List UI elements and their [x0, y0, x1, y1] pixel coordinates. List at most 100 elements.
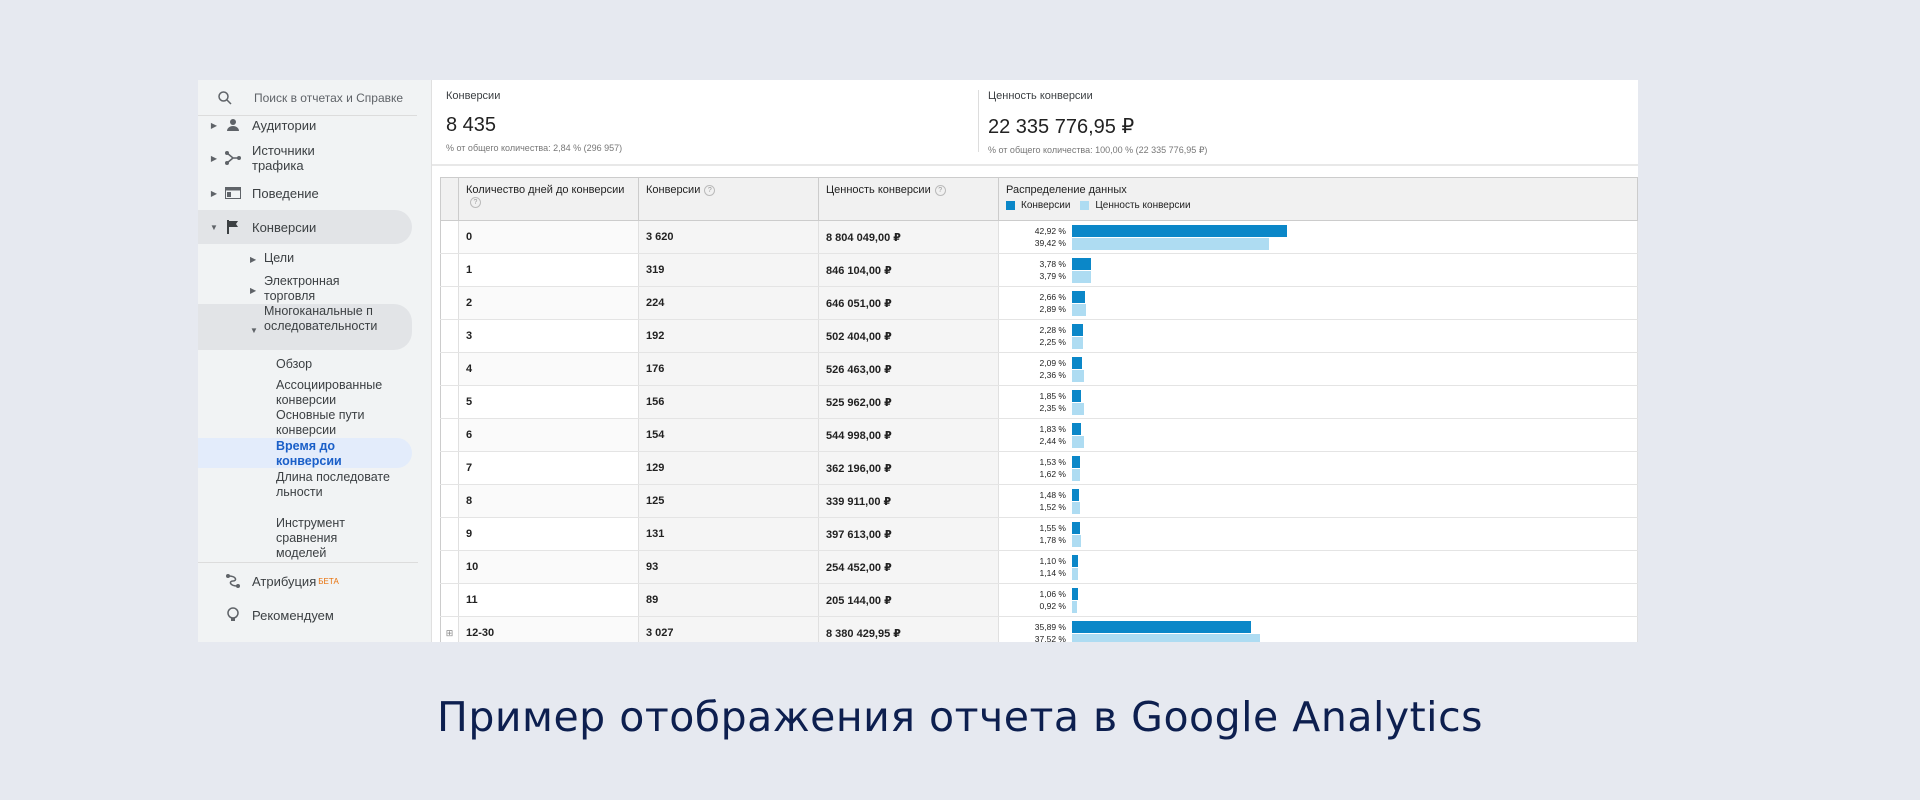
- table-row[interactable]: ⊞ 12-30 3 027 8 380 429,95 ₽ 35,89 % 37,52 %: [440, 616, 1638, 642]
- table-row[interactable]: 1 319 846 104,00 ₽ 3,78 % 3,79 %: [440, 253, 1638, 287]
- caret-down-icon: ▼: [250, 326, 258, 335]
- lightbulb-icon: [224, 607, 242, 623]
- table-row[interactable]: 2 224 646 051,00 ₽ 2,66 % 2,89 %: [440, 286, 1638, 320]
- cell-value: 646 051,00 ₽: [818, 286, 999, 320]
- pct-value: 39,42 %: [1034, 238, 1066, 248]
- sub-goals[interactable]: Цели: [264, 251, 294, 266]
- table-row[interactable]: 7 129 362 196,00 ₽ 1,53 % 1,62 %: [440, 451, 1638, 485]
- bar-conversions: [1072, 224, 1287, 237]
- table-header-row: Количество дней до конверсии? Конверсии?…: [440, 177, 1638, 221]
- caret-right-icon: ▶: [210, 153, 218, 163]
- cell-value: 525 962,00 ₽: [818, 385, 999, 419]
- table-row[interactable]: 11 89 205 144,00 ₽ 1,06 % 0,92 %: [440, 583, 1638, 617]
- cell-conversions: 131: [638, 517, 819, 551]
- cell-distribution: 1,10 % 1,14 %: [998, 550, 1638, 584]
- sub-model-comparison[interactable]: Инструмент сравнения моделей: [276, 516, 356, 561]
- cell-days: 9: [458, 517, 639, 551]
- cell-distribution: 2,09 % 2,36 %: [998, 352, 1638, 386]
- pct-value: 37,52 %: [1034, 634, 1066, 642]
- pct-value: 2,89 %: [1039, 304, 1066, 314]
- divider: [198, 562, 418, 563]
- pct-conversions: 2,09 %: [1039, 358, 1066, 368]
- help-icon[interactable]: ?: [470, 196, 481, 208]
- help-icon[interactable]: ?: [934, 184, 946, 196]
- cell-conversions: 129: [638, 451, 819, 485]
- column-header-days[interactable]: Количество дней до конверсии?: [458, 177, 639, 221]
- nav-attribution[interactable]: Атрибуция БЕТА: [198, 572, 339, 590]
- column-header-value[interactable]: Ценность конверсии?: [818, 177, 999, 221]
- cell-days: 11: [458, 583, 639, 617]
- nav-traffic-sources[interactable]: ▶ Источники трафика: [198, 142, 332, 174]
- pct-conversions: 3,78 %: [1039, 259, 1066, 269]
- route-icon: [224, 573, 242, 589]
- bar-conversions: [1072, 554, 1078, 567]
- expand-column-header: [440, 177, 459, 221]
- table-row[interactable]: 9 131 397 613,00 ₽ 1,55 % 1,78 %: [440, 517, 1638, 551]
- sub-time-lag[interactable]: Время до конверсии: [276, 439, 356, 469]
- cell-distribution: 1,85 % 2,35 %: [998, 385, 1638, 419]
- cell-distribution: 42,92 % 39,42 %: [998, 220, 1638, 254]
- expand-icon[interactable]: ⊞: [440, 616, 459, 642]
- beta-badge: БЕТА: [318, 576, 339, 586]
- cell-days: 1: [458, 253, 639, 287]
- bar-value: [1072, 270, 1091, 283]
- table-row[interactable]: 6 154 544 998,00 ₽ 1,83 % 2,44 %: [440, 418, 1638, 452]
- help-icon[interactable]: ?: [704, 184, 716, 196]
- nav-label: Конверсии: [252, 219, 317, 235]
- bar-conversions: [1072, 356, 1083, 369]
- cell-conversions: 319: [638, 253, 819, 287]
- expand-cell: [440, 583, 459, 617]
- bar-value: [1072, 534, 1081, 547]
- search-bar[interactable]: Поиск в отчетах и Справке: [198, 80, 417, 116]
- sub-path-length[interactable]: Длина последовательности: [276, 470, 391, 500]
- table-row[interactable]: 3 192 502 404,00 ₽ 2,28 % 2,25 %: [440, 319, 1638, 353]
- sub-multichannel[interactable]: Многоканальные последовательности: [264, 304, 379, 334]
- column-header-conversions[interactable]: Конверсии?: [638, 177, 819, 221]
- nav-audiences[interactable]: ▶ Аудитории: [198, 116, 316, 134]
- cell-conversions: 3 620: [638, 220, 819, 254]
- caret-right-icon: ▶: [210, 120, 218, 130]
- cell-days: 2: [458, 286, 639, 320]
- sub-overview[interactable]: Обзор: [276, 357, 312, 372]
- cell-distribution: 1,48 % 1,52 %: [998, 484, 1638, 518]
- search-input[interactable]: Поиск в отчетах и Справке: [254, 91, 403, 105]
- table-row[interactable]: 10 93 254 452,00 ₽ 1,10 % 1,14 %: [440, 550, 1638, 584]
- bar-value: [1072, 303, 1087, 316]
- sub-ecommerce[interactable]: Электронная торговля: [264, 274, 364, 304]
- bar-conversions: [1072, 389, 1082, 402]
- caption: Пример отображения отчета в Google Analy…: [437, 693, 1483, 741]
- pct-value: 2,35 %: [1039, 403, 1066, 413]
- bar-value: [1072, 237, 1270, 250]
- nav-label: Рекомендуем: [252, 607, 334, 623]
- bar-conversions: [1072, 620, 1252, 633]
- time-lag-table: Количество дней до конверсии? Конверсии?…: [440, 177, 1638, 642]
- cell-conversions: 176: [638, 352, 819, 386]
- cell-conversions: 89: [638, 583, 819, 617]
- sub-top-paths[interactable]: Основные пути конверсии: [276, 408, 386, 438]
- pct-conversions: 1,55 %: [1039, 523, 1066, 533]
- table-row[interactable]: 03 620 8 804 049,00 ₽ 42,92 % 39,42 %: [440, 220, 1638, 254]
- analytics-window: Поиск в отчетах и Справке ▶ Аудитории ▶ …: [198, 80, 1638, 642]
- bar-value: [1072, 336, 1084, 349]
- column-header-label: Распределение данных: [1006, 184, 1127, 196]
- expand-cell: [440, 517, 459, 551]
- cell-conversions: 125: [638, 484, 819, 518]
- expand-cell: [440, 418, 459, 452]
- bar-value: [1072, 501, 1080, 514]
- nav-conversions[interactable]: ▼ Конверсии: [198, 218, 316, 236]
- expand-cell: [440, 451, 459, 485]
- cell-distribution: 2,66 % 2,89 %: [998, 286, 1638, 320]
- nav-behavior[interactable]: ▶ Поведение: [198, 184, 319, 202]
- expand-cell: [440, 220, 459, 254]
- cell-conversions: 156: [638, 385, 819, 419]
- table-row[interactable]: 4 176 526 463,00 ₽ 2,09 % 2,36 %: [440, 352, 1638, 386]
- column-header-distribution: Распределение данных Конверсии Ценность …: [998, 177, 1638, 221]
- pct-conversions: 42,92 %: [1034, 226, 1066, 236]
- person-icon: [224, 117, 242, 133]
- sub-assisted[interactable]: Ассоциированные конверсии: [276, 378, 388, 408]
- nav-label: Атрибуция: [252, 573, 317, 589]
- caret-down-icon: ▼: [210, 222, 218, 232]
- table-row[interactable]: 8 125 339 911,00 ₽ 1,48 % 1,52 %: [440, 484, 1638, 518]
- nav-recommendations[interactable]: Рекомендуем: [198, 606, 334, 624]
- table-row[interactable]: 5 156 525 962,00 ₽ 1,85 % 2,35 %: [440, 385, 1638, 419]
